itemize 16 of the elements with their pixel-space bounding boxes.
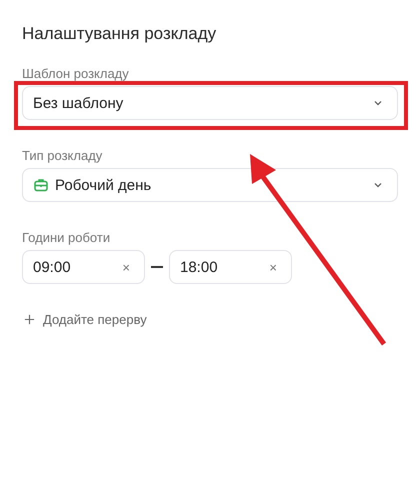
select-field[interactable]: Без шаблону [22,86,398,120]
caret-icon [373,100,383,106]
select-field[interactable]: Робочий день [22,168,398,202]
clear-button[interactable]: × [122,260,130,274]
clear-button[interactable]: × [269,260,277,274]
add-break-link[interactable]: Додайте перерву [24,312,147,327]
time-field[interactable]: 18:00 × [169,250,292,284]
briefcase-icon [33,177,49,193]
time-field[interactable]: 09:00 × [22,250,145,284]
caret-icon [373,182,383,188]
field-label: Години роботи [22,230,112,246]
page-title: Налаштування розкладу [22,24,218,44]
field-label: Шаблон розкладу [22,66,130,82]
field-label: Тип розкладу [22,148,104,164]
range-dash [151,266,163,268]
plus-icon [24,314,35,325]
